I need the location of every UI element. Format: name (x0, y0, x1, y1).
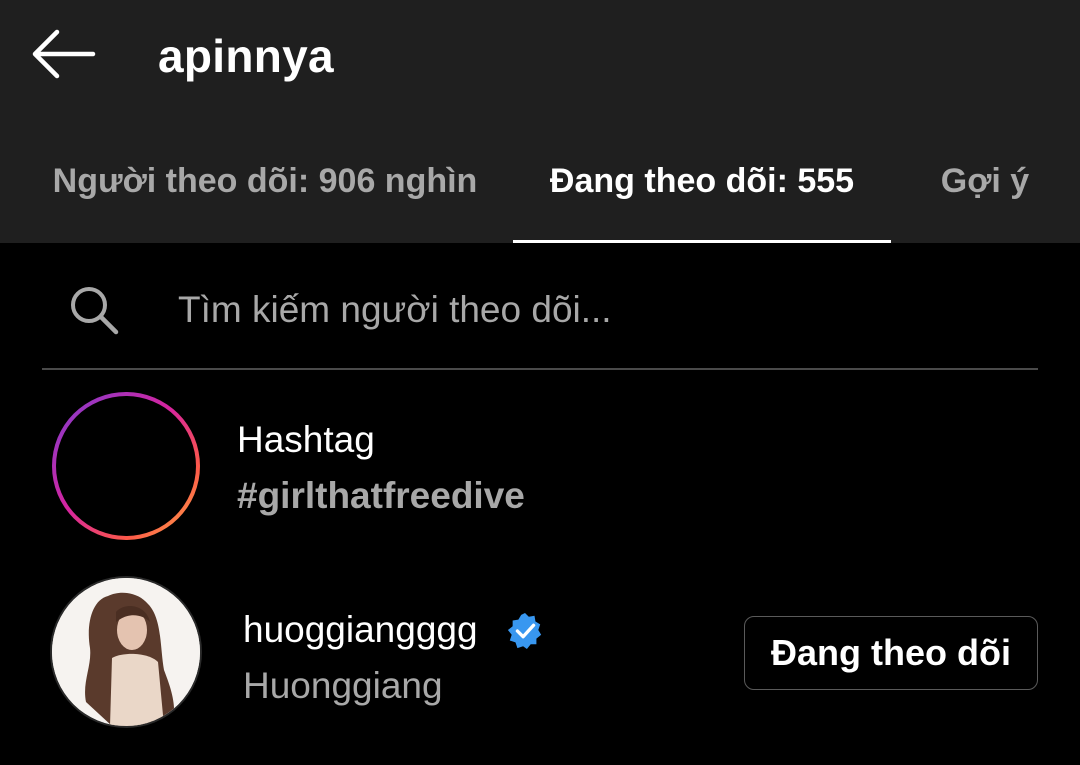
tab-followers[interactable]: Người theo dõi: 906 nghìn (30, 140, 500, 243)
verified-badge-icon (507, 612, 542, 650)
tab-bar: Người theo dõi: 906 nghìn Đang theo dõi:… (0, 140, 1080, 243)
hashtag-name: #girlthatfreedive (237, 475, 525, 516)
active-tab-indicator (513, 240, 891, 243)
display-name: Huonggiang (243, 665, 443, 706)
arrow-left-icon (32, 29, 96, 79)
hashtag-title: Hashtag (237, 419, 375, 460)
tab-following[interactable]: Đang theo dõi: 555 (513, 140, 891, 243)
hashtag-icon (95, 423, 157, 509)
username: huoggiangggg (243, 609, 478, 650)
avatar[interactable] (52, 578, 200, 726)
search-input[interactable] (178, 280, 1018, 340)
top-bar: apinnya Người theo dõi: 906 nghìn Đang t… (0, 0, 1080, 243)
search-bar (42, 266, 1038, 370)
profile-photo (52, 578, 200, 726)
search-icon (71, 287, 119, 335)
hashtag-avatar (52, 392, 200, 540)
list-item-hashtag[interactable]: Hashtag #girlthatfreedive (0, 392, 1080, 542)
page-title: apinnya (158, 30, 334, 82)
tab-suggestions[interactable]: Gợi ý (915, 140, 1055, 243)
following-button[interactable]: Đang theo dõi (744, 616, 1038, 690)
list-item-user[interactable]: huoggiangggg Huonggiang Đang theo dõi (0, 578, 1080, 728)
back-button[interactable] (28, 22, 100, 86)
